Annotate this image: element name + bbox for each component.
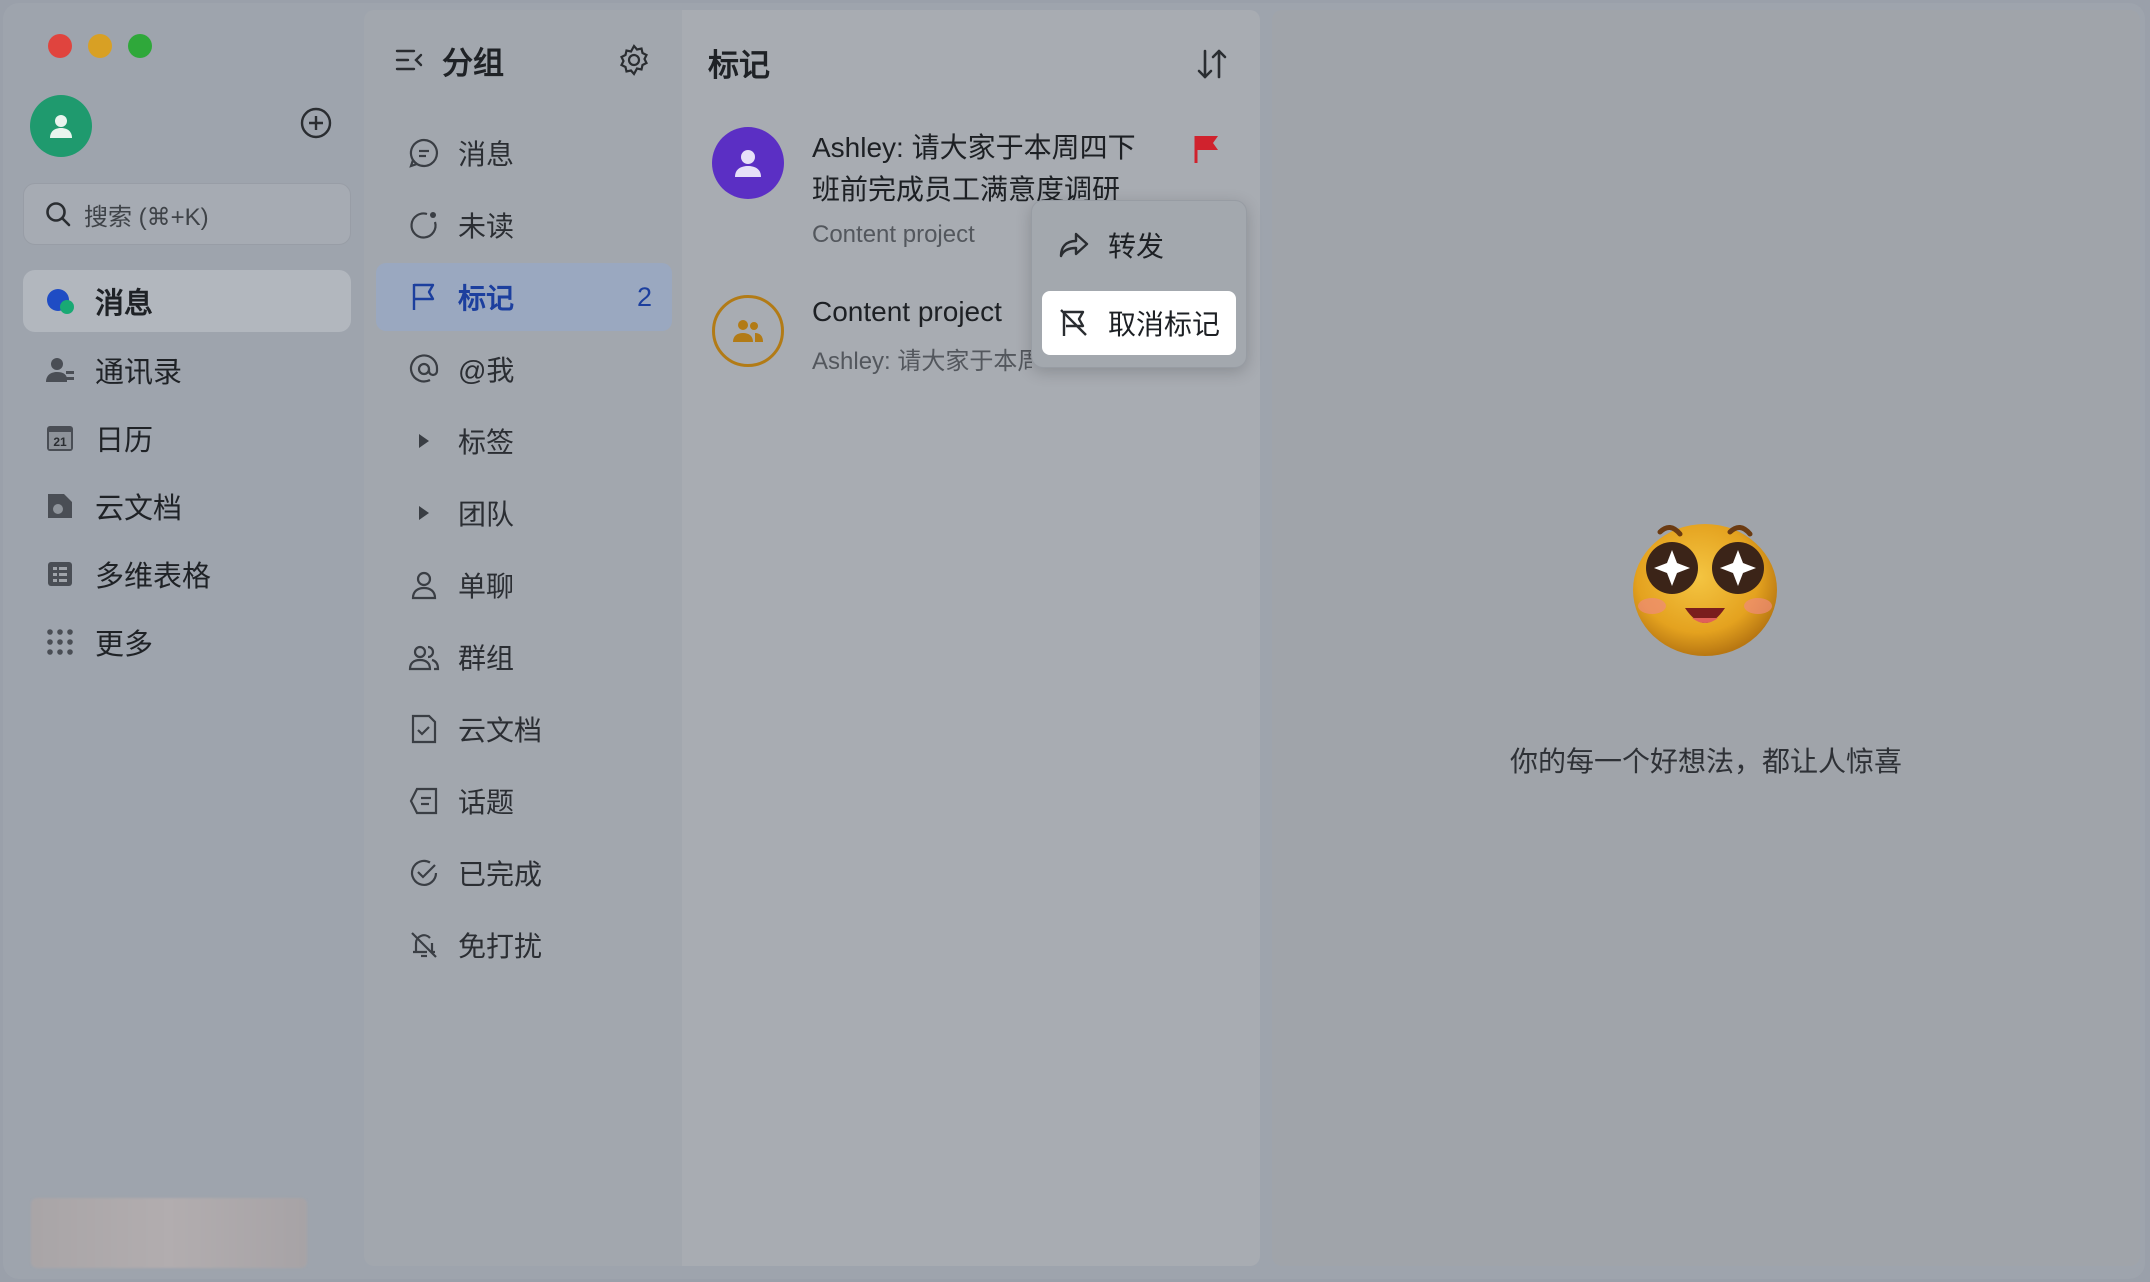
sort-icon[interactable] xyxy=(1194,46,1230,82)
context-menu: 转发 取消标记 xyxy=(1031,200,1247,368)
group-item-label: 标签 xyxy=(458,427,515,458)
person-icon xyxy=(735,150,761,177)
sidebar-item-label: 日历 xyxy=(95,425,154,457)
star-eyes-emoji-icon xyxy=(1633,524,1777,656)
sidebar-item-label: 云文档 xyxy=(95,493,183,525)
search-input[interactable]: 搜索 (⌘+K) xyxy=(23,183,351,245)
sidebar-item-base[interactable]: 多维表格 xyxy=(23,543,351,605)
user-avatar[interactable] xyxy=(30,95,92,157)
group-item-label: 单聊 xyxy=(458,571,515,602)
group-item-flagged[interactable]: 标记 2 xyxy=(376,263,672,331)
unread-icon xyxy=(410,212,437,239)
chat-bubble-icon xyxy=(47,289,74,314)
count-badge: 2 xyxy=(636,281,652,312)
calendar-icon: 21 xyxy=(47,426,73,451)
avatar xyxy=(712,127,784,199)
group-item-messages[interactable]: 消息 xyxy=(376,119,672,187)
sidebar-item-label: 多维表格 xyxy=(95,561,212,593)
svg-text:21: 21 xyxy=(53,435,67,449)
person-icon xyxy=(50,115,72,138)
search-icon xyxy=(46,202,71,227)
zoom-window-button[interactable] xyxy=(128,34,152,58)
group-icon xyxy=(408,645,440,671)
red-flag-icon[interactable] xyxy=(1192,133,1222,165)
group-item-label: 已完成 xyxy=(458,859,543,890)
blurred-user-info xyxy=(31,1198,307,1268)
group-item-label: 话题 xyxy=(458,787,515,818)
sidebar-item-messages[interactable]: 消息 xyxy=(23,270,351,332)
minimize-window-button[interactable] xyxy=(88,34,112,58)
group-item-label: 标记 xyxy=(458,283,515,314)
forward-icon xyxy=(1059,232,1089,258)
group-item-done[interactable]: 已完成 xyxy=(376,839,672,907)
sidebar-item-label: 通讯录 xyxy=(95,357,183,389)
group-panel-header: 分组 xyxy=(394,38,662,82)
doc-icon xyxy=(411,714,437,744)
mute-icon xyxy=(411,932,437,958)
sidebar-item-more[interactable]: 更多 xyxy=(23,611,351,673)
sidebar-item-label: 更多 xyxy=(95,629,154,661)
caret-right-icon xyxy=(419,506,429,520)
person-icon xyxy=(411,571,437,600)
group-item-unread[interactable]: 未读 xyxy=(376,191,672,259)
group-icon xyxy=(733,320,763,342)
avatar xyxy=(712,295,784,367)
group-item-label: 团队 xyxy=(458,499,515,530)
message-icon xyxy=(409,138,439,168)
group-item-label: 免打扰 xyxy=(458,931,543,962)
topic-icon xyxy=(409,787,438,815)
group-item-label: @我 xyxy=(458,355,515,386)
group-panel: 分组 消息 未读 标记 2 @我 标签 团队 单聊 群组 云文档 话题 已完成 … xyxy=(364,10,682,1266)
search-placeholder: 搜索 (⌘+K) xyxy=(84,203,209,231)
unflag-icon xyxy=(1060,309,1087,336)
chat-list-panel: 标记 Ashley: 请大家于本周四下 班前完成员工满意度调研 Content … xyxy=(682,10,1260,1266)
sidebar-item-calendar[interactable]: 21 日历 xyxy=(23,407,351,469)
group-item-topics[interactable]: 话题 xyxy=(376,767,672,835)
chat-subtitle: Content project xyxy=(812,221,975,248)
table-icon xyxy=(48,562,72,586)
empty-state-text: 你的每一个好想法，都让人惊喜 xyxy=(1509,746,1902,777)
chat-subtitle: Ashley: 请大家于本周 xyxy=(812,348,1032,375)
menu-item-forward[interactable]: 转发 xyxy=(1042,213,1236,277)
group-item-tags[interactable]: 标签 xyxy=(376,407,672,475)
flag-icon xyxy=(412,283,435,310)
caret-right-icon xyxy=(419,434,429,448)
group-item-label: 云文档 xyxy=(458,715,543,746)
group-item-groups[interactable]: 群组 xyxy=(376,623,672,691)
gear-icon[interactable] xyxy=(616,42,652,78)
group-item-docs[interactable]: 云文档 xyxy=(376,695,672,763)
list-title: 标记 xyxy=(708,48,770,83)
contacts-icon xyxy=(46,358,74,382)
menu-item-unflag[interactable]: 取消标记 xyxy=(1042,291,1236,355)
collapse-panel-icon[interactable] xyxy=(394,44,426,76)
chat-title-line: Ashley: 请大家于本周四下 xyxy=(812,132,1136,163)
chat-title: Content project xyxy=(812,296,1002,327)
at-icon xyxy=(409,354,439,383)
menu-item-label: 转发 xyxy=(1108,231,1165,262)
chat-title: Ashley: 请大家于本周四下 班前完成员工满意度调研 xyxy=(812,127,1136,211)
add-circle-icon[interactable] xyxy=(299,106,333,140)
group-item-mute[interactable]: 免打扰 xyxy=(376,911,672,979)
sidebar-item-label: 消息 xyxy=(95,288,154,320)
group-item-teams[interactable]: 团队 xyxy=(376,479,672,547)
docs-icon xyxy=(48,494,72,518)
group-panel-title: 分组 xyxy=(442,45,504,81)
group-item-single-chat[interactable]: 单聊 xyxy=(376,551,672,619)
group-item-mentions[interactable]: @我 xyxy=(376,335,672,403)
close-window-button[interactable] xyxy=(48,34,72,58)
group-item-label: 未读 xyxy=(458,211,515,242)
group-item-label: 消息 xyxy=(458,139,515,170)
sidebar-item-docs[interactable]: 云文档 xyxy=(23,475,351,537)
group-item-label: 群组 xyxy=(458,643,515,674)
grid-dots-icon xyxy=(47,629,73,655)
done-icon xyxy=(410,859,438,886)
menu-item-label: 取消标记 xyxy=(1108,309,1221,340)
sidebar-item-contacts[interactable]: 通讯录 xyxy=(23,339,351,401)
